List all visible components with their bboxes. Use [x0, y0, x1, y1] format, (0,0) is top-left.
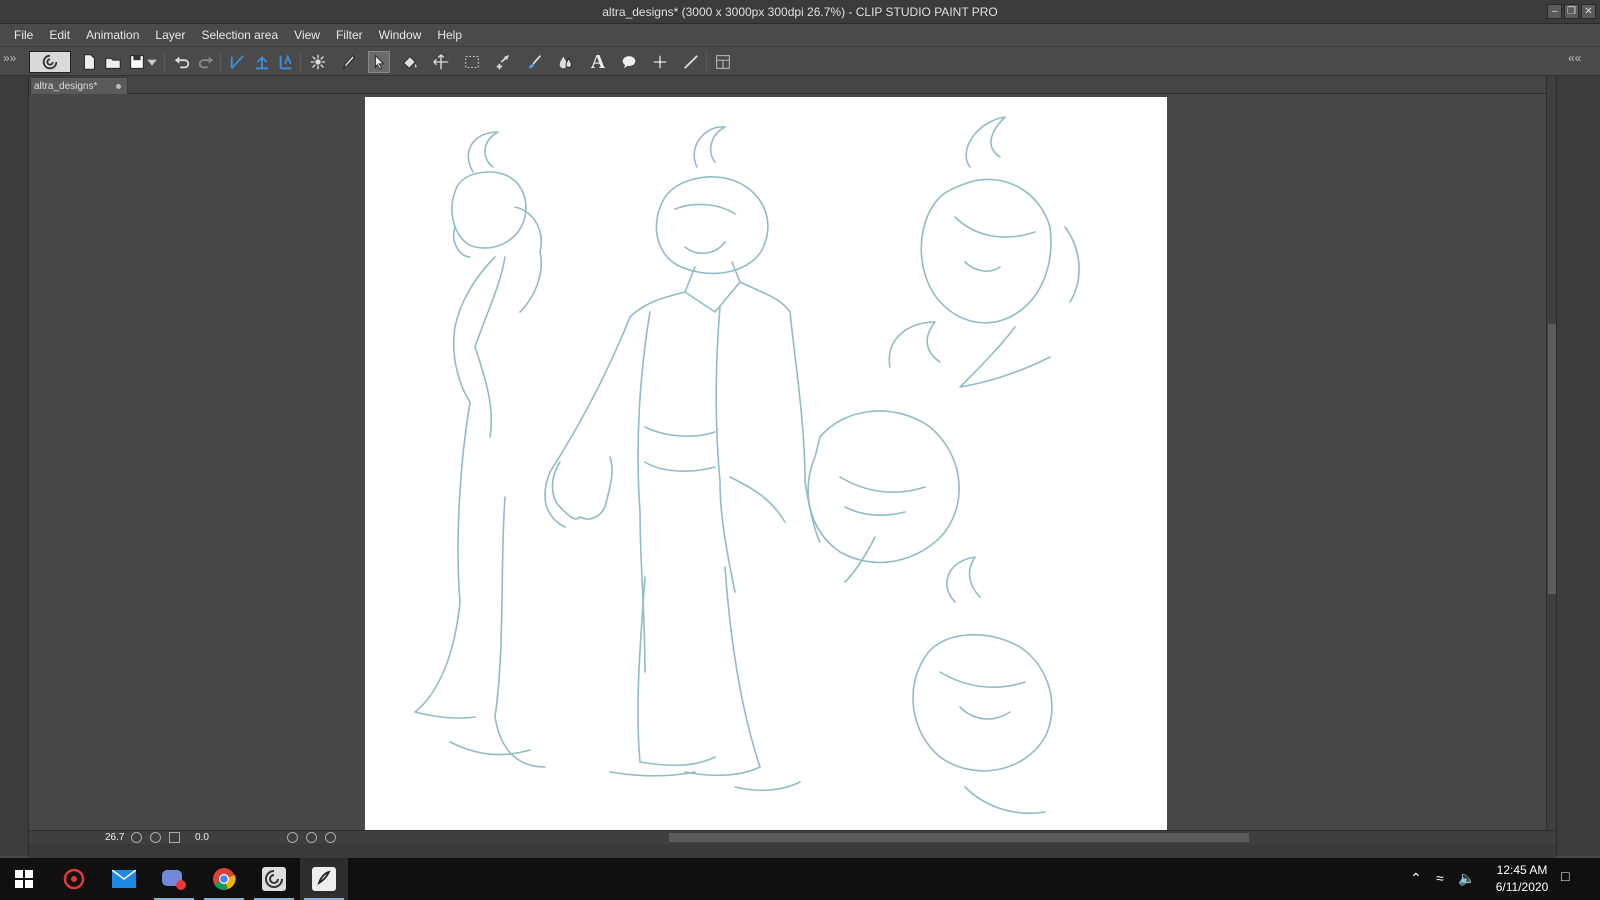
chrome-icon[interactable] — [200, 858, 248, 900]
fill-tool-icon[interactable] — [399, 51, 421, 73]
close-button[interactable]: ✕ — [1581, 4, 1596, 19]
bottom-dock-strip — [29, 844, 1556, 858]
menu-edit[interactable]: Edit — [41, 24, 78, 46]
document-tab[interactable]: altra_designs* — [30, 77, 128, 94]
notification-icon[interactable]: □ — [1561, 868, 1569, 884]
reset-rotation-icon[interactable] — [325, 832, 336, 843]
ruler-tool-icon[interactable] — [649, 51, 671, 73]
menu-bar: File Edit Animation Layer Selection area… — [0, 24, 1600, 46]
toolbar-divider — [706, 52, 707, 72]
menu-animation[interactable]: Animation — [78, 24, 147, 46]
chevron-up-icon[interactable]: ⌃ — [1410, 870, 1422, 887]
sketch-head-bottom — [912, 556, 1053, 815]
volume-icon[interactable]: 🔈 — [1458, 870, 1475, 887]
menu-selection-area[interactable]: Selection area — [193, 24, 286, 46]
balloon-tool-icon[interactable] — [618, 51, 640, 73]
title-bar: altra_designs* (3000 x 3000px 300dpi 26.… — [0, 0, 1600, 24]
toolbar-divider — [164, 52, 165, 72]
menu-window[interactable]: Window — [371, 24, 430, 46]
windows-taskbar: ⌃ ≈ 🔈 12:45 AM 6/11/2020 □ — [0, 858, 1600, 900]
left-dock-strip — [0, 76, 29, 856]
move-layer-icon[interactable] — [430, 51, 452, 73]
windows-start-icon[interactable] — [0, 858, 48, 900]
menu-view[interactable]: View — [286, 24, 328, 46]
zoom-out-icon[interactable] — [131, 832, 142, 843]
discord-icon[interactable] — [150, 858, 198, 900]
rotate-right-icon[interactable] — [306, 832, 317, 843]
undo-icon[interactable] — [171, 51, 193, 73]
command-bar: »» «« A — [0, 46, 1600, 76]
line-tool-icon[interactable] — [680, 51, 702, 73]
grid-snap-icon[interactable] — [275, 51, 297, 73]
menu-file[interactable]: File — [6, 24, 41, 46]
sketch-front-figure — [544, 126, 821, 792]
brush-tool-icon[interactable] — [524, 51, 546, 73]
pen-tool-icon[interactable] — [338, 51, 360, 73]
antivirus-icon[interactable] — [50, 858, 98, 900]
sketch-head-top-right — [920, 116, 1080, 388]
zoom-tool-icon[interactable] — [307, 51, 329, 73]
right-dock-strip — [1556, 76, 1600, 856]
menu-help[interactable]: Help — [429, 24, 470, 46]
zoom-value[interactable]: 26.7 — [105, 832, 124, 843]
vertical-scrollbar[interactable] — [1546, 76, 1556, 830]
system-clock[interactable]: 12:45 AM 6/11/2020 — [1482, 862, 1562, 896]
mail-icon[interactable] — [100, 858, 148, 900]
minimize-button[interactable]: – — [1547, 4, 1562, 19]
redo-icon[interactable] — [195, 51, 217, 73]
document-tab-label: altra_designs* — [34, 81, 98, 92]
text-tool-icon[interactable]: A — [587, 51, 609, 73]
window-title: altra_designs* (3000 x 3000px 300dpi 26.… — [602, 5, 998, 19]
document-tab-row: altra_designs* — [29, 76, 1546, 94]
ruler-snap-icon[interactable] — [227, 51, 249, 73]
sketch-head-middle — [807, 321, 960, 583]
fit-screen-icon[interactable] — [169, 832, 180, 843]
vertical-scroll-thumb[interactable] — [1548, 324, 1556, 594]
save-dropdown-icon[interactable] — [146, 51, 158, 73]
clock-time: 12:45 AM — [1496, 863, 1548, 877]
tab-close-icon[interactable] — [116, 84, 121, 89]
menu-filter[interactable]: Filter — [328, 24, 371, 46]
blend-tool-icon[interactable] — [555, 51, 577, 73]
sketch-artwork — [414, 116, 1080, 815]
save-icon[interactable] — [126, 51, 148, 73]
sketch-side-figure — [414, 131, 546, 768]
zoom-in-icon[interactable] — [150, 832, 161, 843]
right-dock-toggle-icon[interactable]: «« — [1568, 51, 1581, 65]
rect-selection-icon[interactable] — [461, 51, 483, 73]
operation-icon[interactable] — [492, 51, 514, 73]
clip-studio-paint-icon[interactable] — [300, 858, 348, 900]
canvas-paper[interactable] — [365, 97, 1167, 830]
menu-layer[interactable]: Layer — [147, 24, 193, 46]
restore-button[interactable]: ❐ — [1564, 4, 1579, 19]
new-file-icon[interactable] — [78, 51, 100, 73]
rotation-value[interactable]: 0.0 — [195, 832, 209, 843]
clip-studio-icon[interactable] — [29, 51, 71, 73]
status-bar: 26.7 0.0 — [29, 830, 1556, 844]
toolbar-divider — [220, 52, 221, 72]
layout-icon[interactable] — [712, 51, 734, 73]
clock-date: 6/11/2020 — [1495, 880, 1549, 894]
rotate-left-icon[interactable] — [287, 832, 298, 843]
left-dock-toggle-icon[interactable]: »» — [3, 51, 16, 65]
special-ruler-snap-icon[interactable] — [251, 51, 273, 73]
horizontal-scroll-thumb[interactable] — [669, 833, 1249, 842]
clip-studio-icon[interactable] — [250, 858, 298, 900]
toolbar-divider — [300, 52, 301, 72]
select-layer-icon[interactable] — [368, 51, 390, 73]
wifi-icon[interactable]: ≈ — [1436, 870, 1444, 886]
open-file-icon[interactable] — [102, 51, 124, 73]
